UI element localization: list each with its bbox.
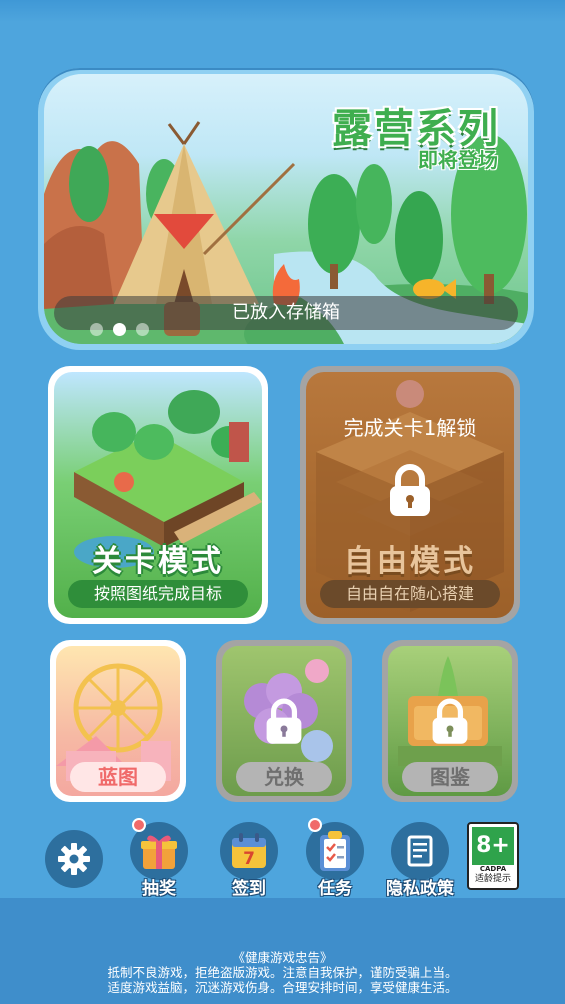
free-mode-image: 完成关卡1解锁 自由模式 自由自在随心搭建 — [306, 372, 514, 618]
lock-icon — [264, 698, 304, 750]
notification-dot — [132, 818, 146, 832]
privacy-label: 隐私政策 — [386, 879, 454, 899]
settings-button[interactable] — [45, 830, 103, 888]
lottery-button[interactable]: 抽奖 — [130, 818, 188, 899]
guide-image: 图鉴 — [388, 646, 512, 796]
free-mode-card[interactable]: 完成关卡1解锁 自由模式 自由自在随心搭建 — [300, 366, 520, 624]
checkin-icon-wrap: 7 — [220, 822, 278, 880]
banner-pagination — [90, 323, 149, 336]
event-banner[interactable]: 露营系列 即将登场 已放入存储箱 — [38, 68, 534, 350]
free-mode-title: 自由模式 — [344, 544, 476, 579]
guide-card[interactable]: 图鉴 — [382, 640, 518, 802]
health-notice-text: 《健康游戏忠告》 抵制不良游戏，拒绝盗版游戏。注意自我保护，谨防受骗上当。 适度… — [0, 950, 565, 995]
page-dot-active[interactable] — [113, 323, 126, 336]
document-icon — [407, 835, 433, 867]
unlock-requirement: 完成关卡1解锁 — [343, 416, 477, 440]
age-rating-label: 适龄提示 — [474, 874, 511, 884]
level-mode-description: 按照图纸完成目标 — [68, 580, 248, 608]
tasks-button[interactable]: 任务 — [306, 818, 364, 899]
health-notice-line2: 适度游戏益脑，沉迷游戏伤身。合理安排时间，享受健康生活。 — [107, 980, 458, 995]
exchange-image: 兑换 — [222, 646, 346, 796]
health-notice-title: 《健康游戏忠告》 — [232, 950, 333, 965]
health-notice-line1: 抵制不良游戏，拒绝盗版游戏。注意自我保护，谨防受骗上当。 — [107, 965, 458, 980]
exchange-card[interactable]: 兑换 — [216, 640, 352, 802]
notification-dot — [308, 818, 322, 832]
banner-image: 露营系列 即将登场 已放入存储箱 — [44, 74, 528, 344]
blueprint-label: 蓝图 — [70, 762, 166, 792]
blueprint-card[interactable]: 蓝图 — [50, 640, 186, 802]
blueprint-image: 蓝图 — [56, 646, 180, 796]
gift-icon — [141, 835, 177, 869]
exchange-label: 兑换 — [236, 762, 332, 792]
privacy-icon-wrap — [391, 822, 449, 880]
page-dot[interactable] — [136, 323, 149, 336]
page-dot[interactable] — [90, 323, 103, 336]
tasks-label: 任务 — [318, 879, 352, 899]
gear-icon — [45, 830, 103, 888]
lock-icon — [430, 698, 470, 750]
guide-label: 图鉴 — [402, 762, 498, 792]
age-rating-org: CADPA — [479, 865, 507, 873]
lock-icon — [387, 464, 433, 522]
calendar-day: 7 — [243, 849, 255, 869]
banner-subtitle: 即将登场 — [418, 148, 498, 172]
health-notice-footer: 《健康游戏忠告》 抵制不良游戏，拒绝盗版游戏。注意自我保护，谨防受骗上当。 适度… — [0, 898, 565, 1004]
age-rating-badge[interactable]: 8+ CADPA 适龄提示 — [467, 822, 519, 890]
lottery-label: 抽奖 — [142, 879, 176, 899]
top-band — [0, 0, 565, 22]
free-mode-description: 自由自在随心搭建 — [320, 580, 500, 608]
age-rating-value: 8+ — [472, 827, 514, 865]
checkin-button[interactable]: 7 签到 — [220, 822, 278, 899]
checkin-label: 签到 — [232, 879, 266, 899]
level-mode-card[interactable]: 关卡模式 按照图纸完成目标 — [48, 366, 268, 624]
clipboard-icon — [320, 831, 350, 871]
level-mode-title: 关卡模式 — [92, 544, 224, 579]
calendar-icon: 7 — [232, 833, 266, 869]
privacy-policy-button[interactable]: 隐私政策 — [386, 822, 454, 899]
level-mode-image: 关卡模式 按照图纸完成目标 — [54, 372, 262, 618]
